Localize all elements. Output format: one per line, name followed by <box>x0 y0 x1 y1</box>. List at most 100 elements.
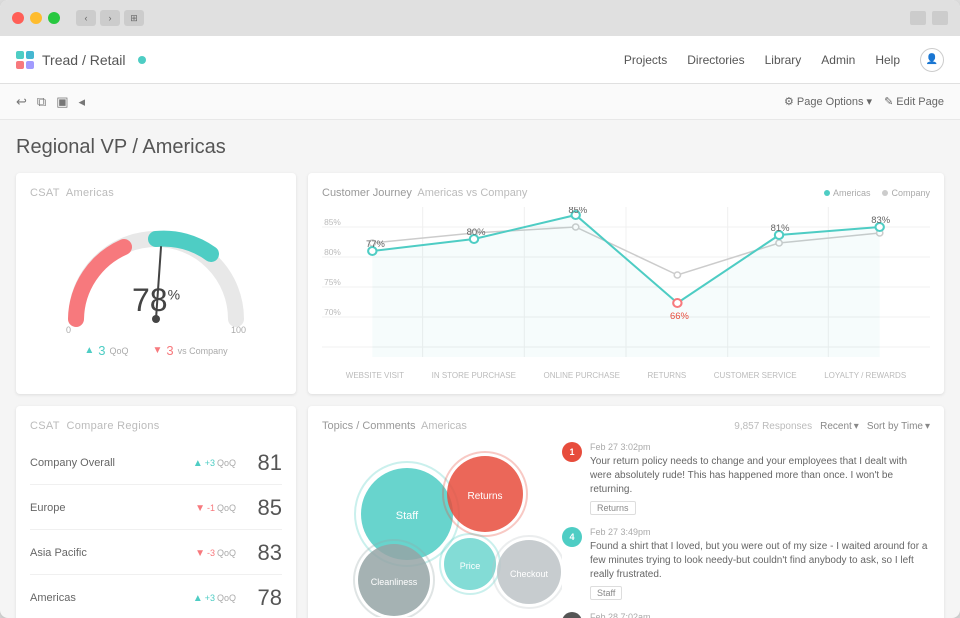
toolbar-icons: ↩ ⧉ ▣ ◂ <box>16 94 85 110</box>
app-logo-text: Tread / Retail <box>42 52 126 68</box>
logo-icon <box>16 51 34 69</box>
topics-responses: 9,857 Responses <box>734 421 812 432</box>
top-nav: Projects Directories Library Admin Help … <box>624 48 944 72</box>
svg-text:83%: 83% <box>871 215 890 225</box>
metric-company: ▼ 3 vs Company <box>152 343 227 358</box>
x-label-4: CUSTOMER SERVICE <box>714 371 797 380</box>
metric1-label: QoQ <box>109 346 128 356</box>
compare-card: CSAT Compare Regions Company Overall ▲ +… <box>16 406 296 618</box>
metric1-value: 3 <box>98 343 105 358</box>
page-content: Regional VP / Americas CSAT Americas <box>0 120 960 618</box>
compare-score-1: 85 <box>246 495 282 521</box>
compare-name-1: Europe <box>30 502 195 514</box>
compare-row-3: Americas ▲ +3 QoQ 78 <box>30 577 282 618</box>
edit-page-label: Edit Page <box>896 96 944 108</box>
compare-change-3: ▲ +3 QoQ <box>193 593 236 604</box>
metric-qoq: ▲ 3 QoQ <box>84 343 128 358</box>
maximize-button[interactable] <box>48 12 60 24</box>
nav-library[interactable]: Library <box>765 53 802 67</box>
topics-title: Topics / Comments Americas <box>322 420 467 432</box>
svg-text:Cleanliness: Cleanliness <box>371 577 418 587</box>
gauge-metrics: ▲ 3 QoQ ▼ 3 vs Company <box>84 343 227 358</box>
nav-directories[interactable]: Directories <box>687 53 744 67</box>
undo-icon[interactable]: ↩ <box>16 94 27 110</box>
page-options-label: Page Options <box>797 96 864 108</box>
page-title: Regional VP / Americas <box>16 136 944 159</box>
compare-row-1: Europe ▼ -1 QoQ 85 <box>30 487 282 530</box>
app-logo[interactable]: Tread / Retail <box>16 51 146 69</box>
traffic-lights <box>12 12 60 24</box>
gear-icon: ⚙ <box>784 95 794 108</box>
toolbar-right: ⚙ Page Options ▾ ✎ Edit Page <box>784 95 944 108</box>
comment-meta-1: Feb 27 3:49pm <box>590 527 930 537</box>
comment-body-0: Feb 27 3:02pm Your return policy needs t… <box>590 442 930 515</box>
comment-tag-1[interactable]: Staff <box>590 586 622 600</box>
compare-name-0: Company Overall <box>30 457 193 469</box>
svg-text:77%: 77% <box>366 239 385 249</box>
compare-score-3: 78 <box>246 585 282 611</box>
compare-change-0: ▲ +3 QoQ <box>193 458 236 469</box>
topics-card: Topics / Comments Americas 9,857 Respons… <box>308 406 944 618</box>
minimize-button[interactable] <box>30 12 42 24</box>
bubbles-svg: Staff Returns Cleanliness <box>322 442 562 617</box>
x-label-5: LOYALTY / REWARDS <box>824 371 906 380</box>
x-label-2: ONLINE PURCHASE <box>543 371 619 380</box>
gauge-value: 78% <box>132 282 180 319</box>
comment-meta-0: Feb 27 3:02pm <box>590 442 930 452</box>
gauge-container: 78% 0 100 ▲ 3 QoQ <box>30 209 282 364</box>
status-dot <box>138 56 146 64</box>
nav-help[interactable]: Help <box>875 53 900 67</box>
copy-icon[interactable]: ⧉ <box>37 94 46 110</box>
recent-button[interactable]: Recent ▾ <box>820 421 859 432</box>
down-arrow-icon-1: ▼ <box>195 503 205 514</box>
comment-tag-0[interactable]: Returns <box>590 501 636 515</box>
journey-svg: 85% 80% 75% 70% <box>322 207 930 367</box>
svg-text:85%: 85% <box>568 207 587 215</box>
svg-text:66%: 66% <box>670 311 689 321</box>
csat-card: CSAT Americas <box>16 173 296 394</box>
back-button[interactable]: ‹ <box>76 10 96 26</box>
compare-name-2: Asia Pacific <box>30 547 195 559</box>
nav-projects[interactable]: Projects <box>624 53 667 67</box>
svg-text:80%: 80% <box>467 227 486 237</box>
edit-icon: ✎ <box>884 95 893 108</box>
chevron-down-icon: ▾ <box>867 95 873 108</box>
user-avatar[interactable]: 👤 <box>920 48 944 72</box>
compare-score-0: 81 <box>246 450 282 476</box>
app-window: ‹ › ⊞ Tread / Retail Projects Directorie… <box>0 0 960 618</box>
comment-avatar-2: 8 <box>562 612 582 618</box>
svg-text:75%: 75% <box>324 278 341 287</box>
save-icon[interactable]: ▣ <box>56 94 68 110</box>
window-ctrl-2[interactable] <box>932 11 948 25</box>
sort-button[interactable]: Sort by Time ▾ <box>867 421 930 432</box>
down-arrow-icon-2: ▼ <box>195 548 205 559</box>
settings-icon[interactable]: ◂ <box>79 94 86 110</box>
grid-view-button[interactable]: ⊞ <box>124 10 144 26</box>
up-arrow-icon-0: ▲ <box>193 458 203 469</box>
journey-header: Customer Journey Americas vs Company Ame… <box>322 187 930 199</box>
svg-text:80%: 80% <box>324 248 341 257</box>
forward-button[interactable]: › <box>100 10 120 26</box>
up-arrow-icon: ▲ <box>84 345 94 356</box>
topics-body: Staff Returns Cleanliness <box>322 442 930 618</box>
toolbar: ↩ ⧉ ▣ ◂ ⚙ Page Options ▾ ✎ Edit Page <box>0 84 960 120</box>
nav-arrows: ‹ › ⊞ <box>76 10 144 26</box>
edit-page-button[interactable]: ✎ Edit Page <box>884 95 944 108</box>
comment-item-1: 4 Feb 27 3:49pm Found a shirt that I lov… <box>562 527 930 600</box>
window-ctrl-1[interactable] <box>910 11 926 25</box>
compare-row-2: Asia Pacific ▼ -3 QoQ 83 <box>30 532 282 575</box>
compare-title: CSAT Compare Regions <box>30 420 282 432</box>
comment-text-1: Found a shirt that I loved, but you were… <box>590 540 930 582</box>
page-options-button[interactable]: ⚙ Page Options ▾ <box>784 95 872 108</box>
x-label-3: RETURNS <box>648 371 687 380</box>
legend-americas: Americas <box>824 188 871 198</box>
comment-avatar-1: 4 <box>562 527 582 547</box>
nav-admin[interactable]: Admin <box>821 53 855 67</box>
comment-item-0: 1 Feb 27 3:02pm Your return policy needs… <box>562 442 930 515</box>
chevron-down-icon: ▾ <box>854 421 859 432</box>
close-button[interactable] <box>12 12 24 24</box>
svg-text:Staff: Staff <box>396 510 419 522</box>
app-header: Tread / Retail Projects Directories Libr… <box>0 36 960 84</box>
x-axis-labels: WEBSITE VISIT IN STORE PURCHASE ONLINE P… <box>322 371 930 380</box>
journey-card: Customer Journey Americas vs Company Ame… <box>308 173 944 394</box>
